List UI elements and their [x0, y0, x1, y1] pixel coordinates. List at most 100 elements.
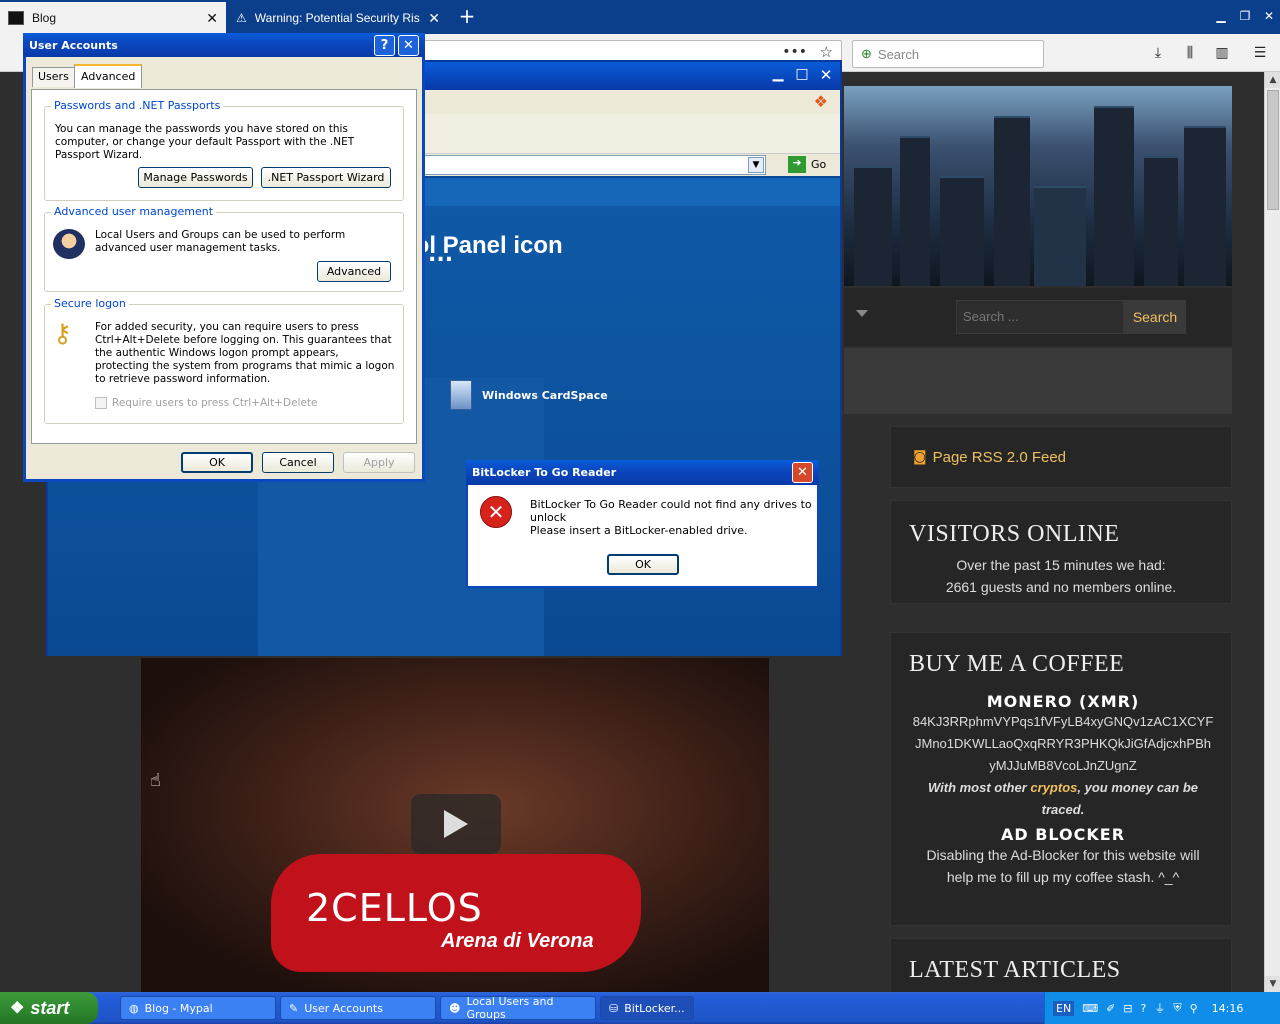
user-accounts-dialog: User Accounts ? ✕ Users Advanced Passwor… [23, 33, 425, 482]
cryptos-link[interactable]: cryptos [1030, 780, 1077, 795]
users-icon: ☻ [449, 1001, 461, 1015]
go-button[interactable]: Go [811, 158, 826, 171]
tab-advanced[interactable]: Advanced [74, 64, 143, 88]
scroll-up-icon[interactable]: ▲ [1265, 72, 1280, 88]
close-icon[interactable]: ✕ [816, 66, 836, 84]
usb-icon[interactable]: ⏚ [1154, 1000, 1165, 1016]
bitlocker-dialog: BitLocker To Go Reader ✕ ✕ BitLocker To … [466, 460, 819, 588]
start-button[interactable]: ❖ start [0, 992, 98, 1024]
windows-logo-icon: ❖ [813, 92, 828, 111]
chevron-down-icon[interactable] [856, 310, 868, 317]
latest-articles-widget: LATEST ARTICLES [890, 938, 1232, 992]
language-indicator[interactable]: EN [1053, 1000, 1075, 1016]
keyboard-icon[interactable]: ⌨ [1082, 1002, 1098, 1015]
bookmark-star-icon[interactable]: ☆ [820, 43, 833, 61]
shield-icon[interactable]: ⛨ [1173, 1001, 1181, 1015]
minimize-icon[interactable]: ▁ [1210, 6, 1232, 26]
monero-address-3: yMJJuMB8VcoLJnZUgnZ [989, 758, 1137, 773]
taskbar: ❖ start ◍ Blog - Mypal ✎ User Accounts ☻… [0, 992, 1280, 1024]
close-icon[interactable]: ✕ [398, 34, 419, 56]
menu-icon[interactable]: ☰ [1250, 44, 1270, 62]
tab-users[interactable]: Users [32, 67, 75, 87]
key-icon: ⚷ [53, 319, 73, 349]
video-subtitle: Arena di Verona [441, 930, 594, 952]
monero-address-1: 84KJ3RRphmVYPqs1fVFyLB4xyGNQv1zAC1XCYF [912, 714, 1214, 729]
advanced-user-management-group: Advanced user management Local Users and… [44, 205, 404, 292]
apply-button[interactable]: Apply [343, 452, 415, 473]
taskbar-item-bitlocker[interactable]: ⛁ BitLocker... [600, 996, 694, 1020]
close-icon[interactable]: ✕ [1258, 6, 1280, 26]
tab-label: Blog [32, 11, 57, 25]
monero-address-2: JMno1DKWLLaoQxqRRYR3PHKQkJiGfAdjcxhPBh [915, 736, 1211, 751]
maximize-icon[interactable]: □ [792, 66, 812, 84]
video-player[interactable]: 2CELLOS Arena di Verona [141, 658, 769, 992]
tab-label: Warning: Potential Security Risk A [254, 11, 421, 25]
advanced-button[interactable]: Advanced [317, 261, 391, 282]
start-label: start [30, 997, 70, 1018]
secure-group-label: Secure logon [51, 297, 129, 310]
help-icon[interactable]: ? [1141, 1002, 1147, 1015]
minimize-icon[interactable]: ▁ [768, 66, 788, 84]
site-search-button[interactable]: Search [1124, 300, 1186, 334]
passwords-text: You can manage the passwords you have st… [55, 123, 355, 161]
close-icon[interactable]: ✕ [428, 10, 440, 27]
restore-icon[interactable]: ❐ [1234, 6, 1256, 26]
close-icon[interactable]: ✕ [206, 10, 218, 27]
visitors-title: VISITORS ONLINE [909, 521, 1120, 547]
search-icon[interactable]: ⚲ [1190, 1002, 1198, 1015]
close-icon[interactable]: ✕ [792, 462, 813, 483]
page-scrollbar[interactable]: ▲ ▼ [1264, 72, 1280, 992]
ctrl-alt-del-checkbox[interactable] [95, 397, 107, 409]
browser-tab-warning[interactable]: ⚠ Warning: Potential Security Risk A ✕ [228, 2, 448, 34]
cancel-button[interactable]: Cancel [262, 452, 334, 473]
ok-button[interactable]: OK [607, 554, 679, 575]
passport-wizard-button[interactable]: .NET Passport Wizard [261, 167, 391, 188]
taskbar-item-label: User Accounts [304, 1001, 383, 1015]
rss-link[interactable]: Page RSS 2.0 Feed [933, 449, 1066, 466]
clock: 14:16 [1211, 1001, 1244, 1015]
taskbar-item-label: Blog - Mypal [144, 1001, 213, 1015]
taskbar-item-blog[interactable]: ◍ Blog - Mypal [120, 996, 276, 1020]
search-placeholder: Search [877, 46, 920, 62]
downloads-icon[interactable]: ⤓ [1148, 44, 1168, 62]
play-icon[interactable] [411, 794, 501, 854]
video-title: 2CELLOS [306, 886, 483, 930]
rss-widget: ◙ Page RSS 2.0 Feed [890, 426, 1232, 488]
page-actions-icon[interactable]: ••• [782, 44, 807, 60]
cardspace-label: Windows CardSpace [482, 388, 608, 402]
taskbar-item-user-accounts[interactable]: ✎ User Accounts [280, 996, 436, 1020]
scroll-down-icon[interactable]: ▼ [1265, 976, 1280, 992]
sidebar-icon[interactable]: ▥ [1212, 44, 1232, 62]
taskbar-item-local-users[interactable]: ☻ Local Users and Groups [440, 995, 596, 1021]
site-search-input[interactable]: Search ... [956, 300, 1124, 334]
cardspace-icon [450, 380, 472, 410]
new-tab-button[interactable]: + [456, 4, 478, 28]
browser-search-field[interactable]: ⊕ Search [852, 40, 1044, 68]
site-nav-strip [844, 348, 1232, 414]
go-arrow-icon[interactable]: ➜ [788, 156, 806, 173]
scroll-thumb[interactable] [1267, 90, 1279, 210]
help-icon[interactable]: ? [374, 34, 395, 56]
ctrl-alt-del-label: Require users to press Ctrl+Alt+Delete [112, 397, 318, 409]
network-icon[interactable]: ⊟ [1123, 1002, 1132, 1015]
rss-icon: ◙ [913, 449, 927, 465]
crypto-note-line2: traced. [1041, 802, 1085, 817]
advanced-group-label: Advanced user management [51, 205, 217, 218]
taskbar-item-label: BitLocker... [624, 1001, 685, 1015]
tool-icon[interactable]: ✐ [1106, 1002, 1115, 1015]
ctrl-alt-del-option: Require users to press Ctrl+Alt+Delete [95, 397, 317, 409]
secure-text: For added security, you can require user… [95, 321, 395, 385]
browser-tab-blog[interactable]: Blog ✕ [0, 2, 226, 34]
chevron-down-icon[interactable]: ▼ [748, 157, 764, 173]
crypto-note-prefix: With most other [927, 780, 1031, 795]
cardspace-item[interactable]: Windows CardSpace [450, 380, 608, 410]
bitlocker-icon: ⛁ [609, 1001, 619, 1015]
library-icon[interactable]: ⫼ [1180, 44, 1200, 62]
monero-label: MONERO (XMR) [986, 692, 1140, 711]
passwords-group-label: Passwords and .NET Passports [51, 99, 224, 112]
bitlocker-message-1: BitLocker To Go Reader could not find an… [530, 498, 812, 524]
header-image [844, 86, 1232, 286]
ok-button[interactable]: OK [181, 452, 253, 473]
system-tray: EN ⌨ ✐ ⊟ ? ⏚ ⛨ ⚲ 14:16 [1044, 992, 1280, 1024]
manage-passwords-button[interactable]: Manage Passwords [138, 167, 253, 188]
